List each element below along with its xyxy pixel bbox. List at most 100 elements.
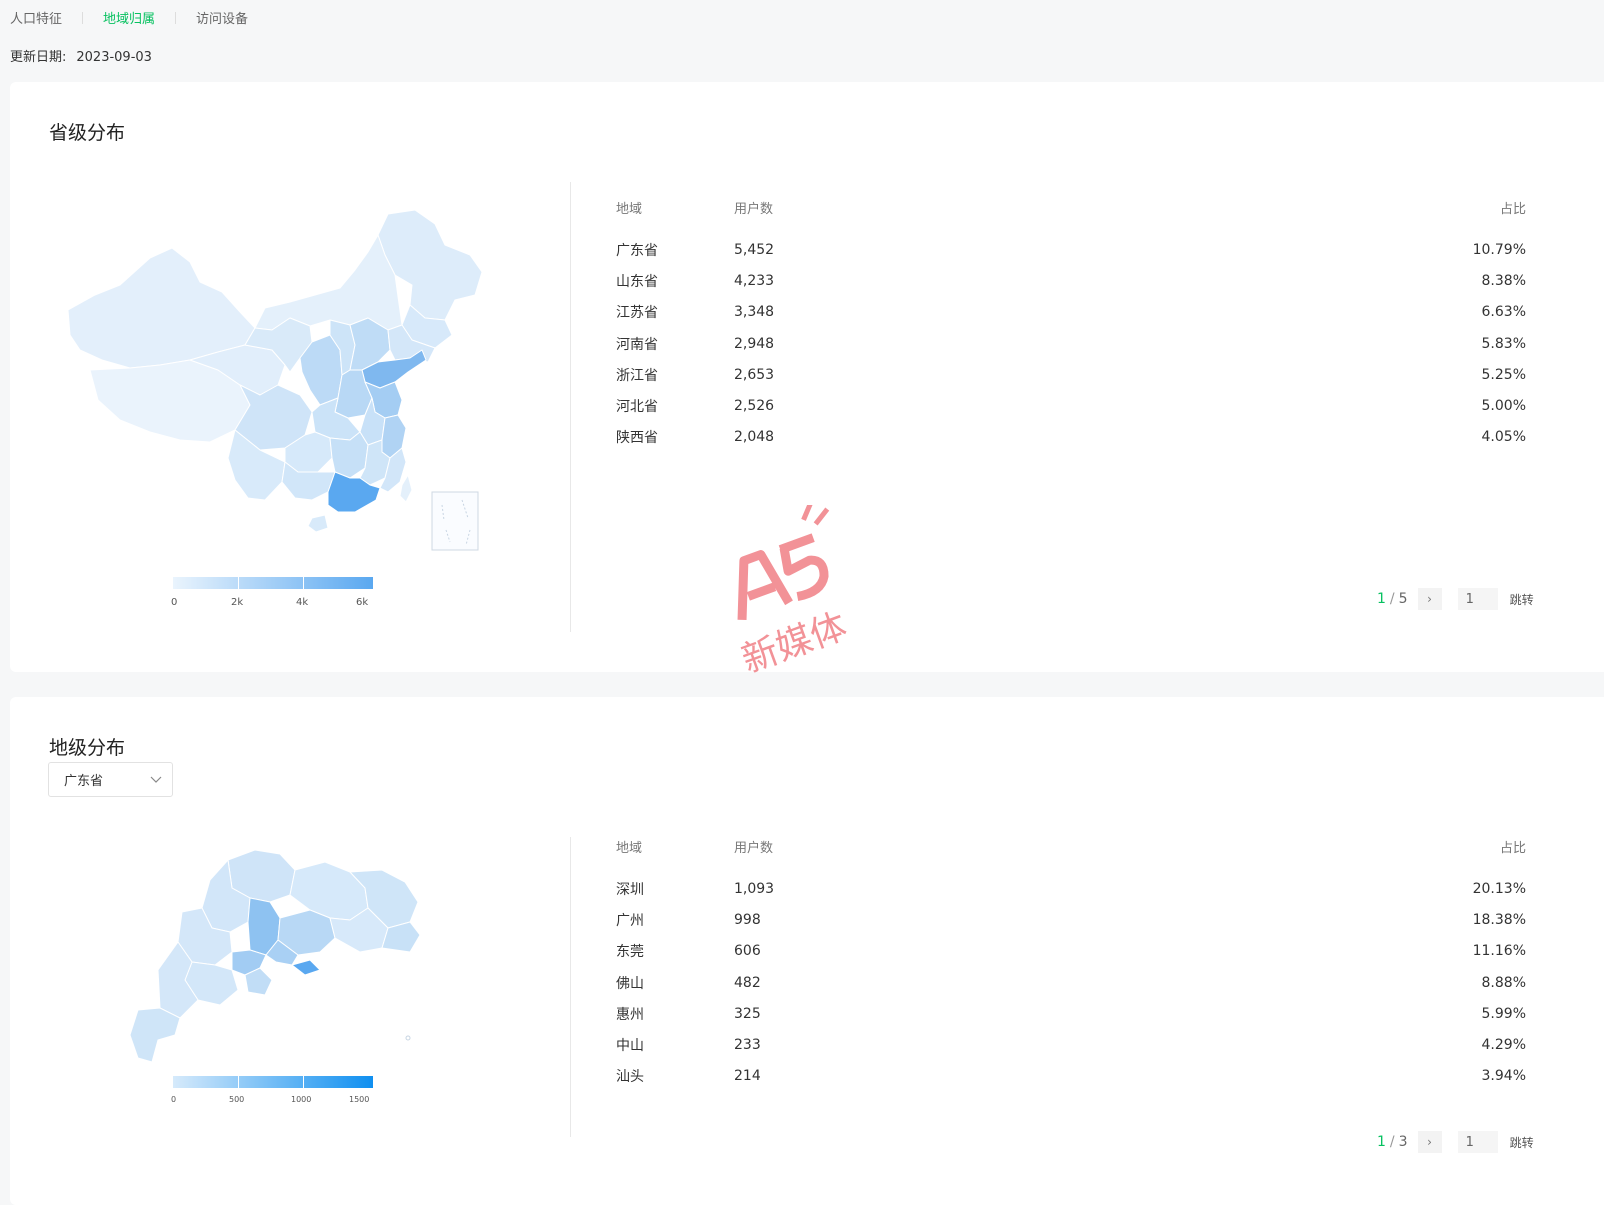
row-region: 中山	[616, 1038, 644, 1055]
pager-current: 1	[1377, 1134, 1386, 1150]
jump-button[interactable]: 跳转	[1510, 1134, 1534, 1151]
header-region: 地域	[616, 841, 643, 856]
row-region: 山东省	[616, 273, 658, 290]
legend-label: 0	[171, 597, 178, 608]
row-ratio: 5.83%	[1481, 335, 1526, 352]
row-ratio: 20.13%	[1472, 880, 1526, 897]
header-users: 用户数	[734, 202, 774, 217]
table-row: 河北省 2,526 5.00%	[616, 390, 1526, 421]
row-users: 2,526	[734, 398, 775, 415]
update-date: 更新日期: 2023-09-03	[10, 46, 152, 65]
table-row: 江苏省 3,348 6.63%	[616, 297, 1526, 328]
header-ratio: 占比	[1499, 841, 1526, 856]
tab-device[interactable]: 访问设备	[196, 8, 248, 27]
legend-tick	[238, 1076, 239, 1088]
row-region: 浙江省	[616, 367, 658, 384]
row-ratio: 4.05%	[1481, 429, 1526, 446]
update-date-value: 2023-09-03	[76, 50, 152, 65]
header-region: 地域	[616, 202, 643, 217]
page-jump-input[interactable]	[1457, 588, 1498, 610]
row-ratio: 3.94%	[1481, 1068, 1526, 1085]
city-pager: 1 / 3 › 跳转	[1377, 1131, 1534, 1153]
tab-demographics[interactable]: 人口特征	[10, 8, 62, 27]
row-users: 214	[734, 1068, 761, 1085]
pager-slash: /	[1389, 591, 1395, 607]
table-row: 广州 998 18.38%	[616, 904, 1526, 935]
row-ratio: 10.79%	[1472, 241, 1526, 258]
jump-button[interactable]: 跳转	[1510, 591, 1534, 608]
table-row: 陕西省 2,048 4.05%	[616, 422, 1526, 453]
legend-tick	[303, 577, 304, 589]
row-ratio: 5.25%	[1481, 366, 1526, 383]
pager-slash: /	[1389, 1134, 1395, 1150]
row-users: 2,653	[734, 366, 775, 383]
legend-label: 4k	[296, 597, 309, 608]
page-jump-input[interactable]	[1457, 1131, 1498, 1153]
row-region: 佛山	[616, 975, 644, 992]
table-row: 浙江省 2,653 5.25%	[616, 359, 1526, 390]
tab-bar: 人口特征 地域归属 访问设备	[10, 8, 248, 27]
legend-label: 0	[171, 1095, 177, 1104]
row-ratio: 8.38%	[1481, 272, 1526, 289]
legend-label: 6k	[356, 597, 369, 608]
guangdong-map[interactable]	[120, 840, 440, 1070]
row-ratio: 18.38%	[1472, 911, 1526, 928]
row-region: 惠州	[616, 1006, 644, 1023]
row-ratio: 4.29%	[1481, 1037, 1526, 1054]
row-ratio: 5.00%	[1481, 398, 1526, 415]
watermark-logo: 新媒体	[737, 505, 853, 675]
legend-label: 1500	[349, 1095, 370, 1104]
table-row: 佛山 482 8.88%	[616, 967, 1526, 998]
tab-region[interactable]: 地域归属	[103, 8, 155, 27]
table-header: 地域 用户数 占比	[616, 198, 1526, 218]
pager-total: 3	[1398, 1134, 1408, 1150]
row-users: 5,452	[734, 241, 775, 258]
row-users: 606	[734, 943, 761, 960]
table-row: 山东省 4,233 8.38%	[616, 265, 1526, 296]
table-row: 河南省 2,948 5.83%	[616, 328, 1526, 359]
watermark-text: 新媒体	[737, 606, 853, 675]
header-ratio: 占比	[1499, 202, 1526, 217]
legend-tick	[303, 1076, 304, 1088]
pager-current: 1	[1377, 591, 1386, 607]
legend-gradient-bar	[173, 1076, 373, 1088]
row-region: 河南省	[616, 336, 658, 353]
row-users: 2,048	[734, 429, 775, 446]
province-section-title: 省级分布	[49, 122, 126, 144]
table-row: 中山 233 4.29%	[616, 1029, 1526, 1060]
row-ratio: 5.99%	[1481, 1005, 1526, 1022]
legend-label: 500	[229, 1095, 245, 1104]
city-section-title: 地级分布	[49, 737, 126, 759]
province-select[interactable]: 广东省	[48, 762, 173, 797]
row-users: 482	[734, 974, 761, 991]
table-row: 惠州 325 5.99%	[616, 998, 1526, 1029]
chevron-right-icon: ›	[1427, 1135, 1432, 1149]
city-table: 地域 用户数 占比 深圳 1,093 20.13% 广州 998 18.38% 东莞 60…	[616, 837, 1526, 1092]
table-row: 东莞 606 11.16%	[616, 936, 1526, 967]
legend-tick	[238, 577, 239, 589]
chevron-right-icon: ›	[1427, 592, 1432, 606]
legend-label: 1000	[291, 1095, 312, 1104]
row-region: 陕西省	[616, 430, 658, 447]
city-legend: 0 500 1000 1500	[171, 1076, 373, 1116]
province-pager: 1 / 5 › 跳转	[1377, 588, 1534, 610]
tab-divider	[175, 11, 177, 24]
row-region: 汕头	[616, 1069, 644, 1086]
row-ratio: 8.88%	[1481, 974, 1526, 991]
row-region: 广州	[616, 912, 644, 929]
next-page-button[interactable]: ›	[1417, 1131, 1442, 1153]
section-divider	[570, 837, 571, 1137]
row-region: 深圳	[616, 881, 644, 898]
update-date-label: 更新日期:	[10, 50, 67, 65]
row-users: 233	[734, 1037, 761, 1054]
row-ratio: 6.63%	[1481, 304, 1526, 321]
row-users: 4,233	[734, 272, 775, 289]
row-region: 广东省	[616, 242, 658, 259]
chevron-down-icon	[150, 776, 162, 783]
next-page-button[interactable]: ›	[1417, 588, 1442, 610]
province-select-value: 广东省	[64, 774, 104, 789]
tab-divider	[82, 11, 84, 24]
legend-label: 2k	[231, 597, 244, 608]
row-users: 3,348	[734, 304, 775, 321]
china-map[interactable]	[50, 200, 510, 560]
